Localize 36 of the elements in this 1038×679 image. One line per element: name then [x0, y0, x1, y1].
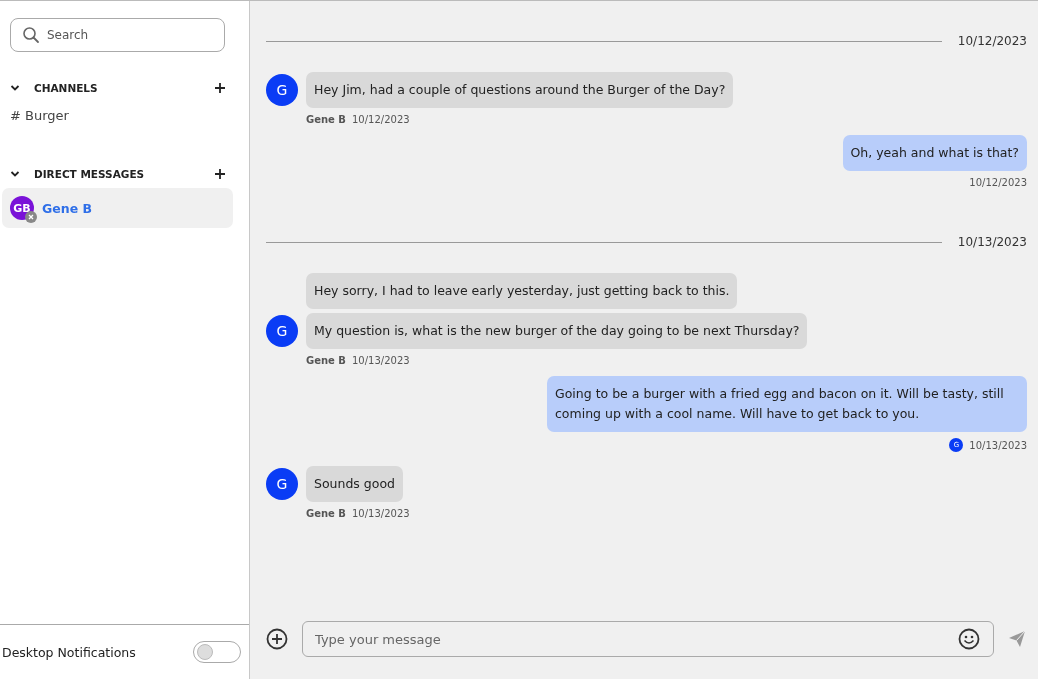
- message-time: 10/13/2023: [352, 355, 410, 366]
- message-time: 10/12/2023: [352, 114, 410, 125]
- section-title: DIRECT MESSAGES: [34, 168, 146, 180]
- channel-item[interactable]: # Burger: [0, 102, 249, 138]
- chevron-icon[interactable]: [10, 170, 20, 178]
- avatar: G: [266, 74, 298, 106]
- chevron-icon[interactable]: [10, 84, 20, 92]
- message-time: 10/13/2023: [969, 439, 1027, 451]
- section-title: CHANNELS: [34, 82, 99, 94]
- message-bubble: Going to be a burger with a fried egg and bacon on it. Will be tasty, still coming up with a cool name. Will have to get back to you.: [547, 376, 1027, 432]
- contact-item[interactable]: GB Gene B: [2, 188, 233, 228]
- message-bubble: Oh, yeah and what is that?: [842, 135, 1027, 171]
- notifications-toggle[interactable]: [193, 641, 241, 663]
- message-time: 10/12/2023: [969, 177, 1027, 188]
- search-icon: [22, 26, 40, 44]
- search-field[interactable]: Search: [10, 18, 225, 52]
- add-icon[interactable]: [266, 628, 288, 650]
- notifications-label: Desktop Notifications: [2, 644, 136, 660]
- plus-icon[interactable]: [215, 169, 225, 179]
- avatar: GB: [10, 196, 34, 220]
- avatar: G: [266, 468, 298, 500]
- message-bubble: Hey Jim, had a couple of questions around the Burger of the Day?: [306, 72, 734, 108]
- message-time: 10/13/2023: [352, 508, 410, 519]
- message-bubble: My question is, what is the new burger of the day going to be next Thursday?: [306, 313, 808, 349]
- date-label: 10/13/2023: [957, 235, 1027, 249]
- offline-status-icon: [25, 211, 37, 223]
- date-label: 10/12/2023: [957, 34, 1027, 48]
- message-input[interactable]: Type your message: [302, 621, 994, 657]
- sender-name: Gene B: [306, 114, 346, 125]
- message-bubble: Sounds good: [306, 466, 403, 502]
- plus-icon[interactable]: [215, 83, 225, 93]
- sender-name: Gene B: [306, 355, 346, 366]
- message-bubble: Hey sorry, I had to leave early yesterday, just getting back to this.: [306, 273, 738, 309]
- avatar: G: [266, 315, 298, 347]
- sender-name: Gene B: [306, 508, 346, 519]
- emoji-icon[interactable]: [958, 628, 980, 650]
